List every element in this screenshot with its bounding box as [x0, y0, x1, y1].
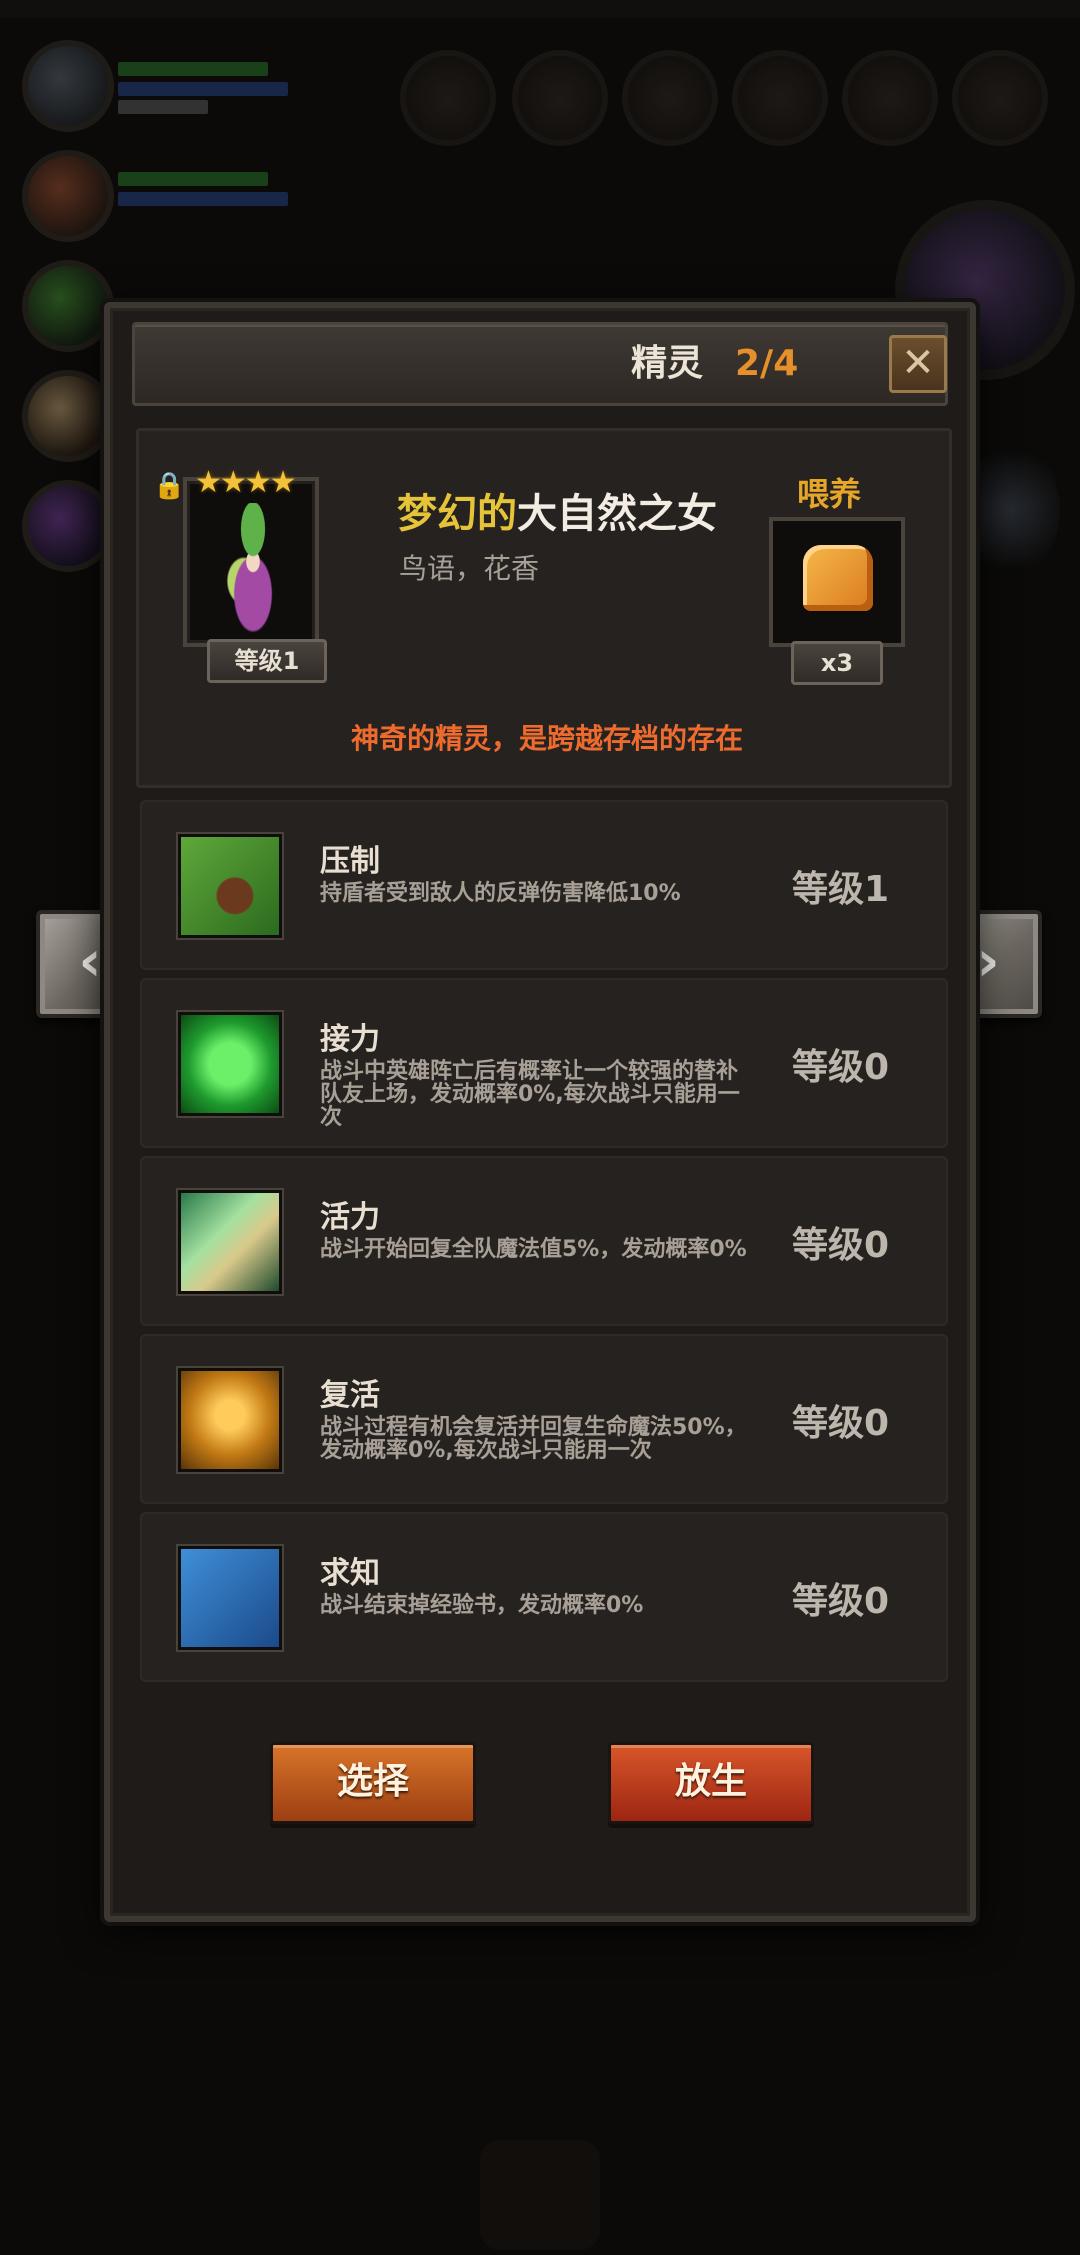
hero-portrait: [22, 260, 114, 352]
spirit-info-card: 🔒 ★★★★ 等级1 梦幻的大自然之女 鸟语，花香 喂养 x3 神奇的精灵，是跨…: [136, 428, 952, 788]
spirit-name-adjective: 梦幻的: [397, 491, 517, 537]
bread-icon: [803, 545, 873, 611]
fairy-girl-image: [207, 503, 299, 633]
feed-item-slot[interactable]: [769, 517, 905, 647]
leaf-icon[interactable]: [842, 50, 938, 146]
chevron-left-icon: ‹: [78, 929, 102, 994]
skill-row[interactable]: 活力 战斗开始回复全队魔法值5%，发动概率0% 等级0: [140, 1156, 948, 1326]
hero-portrait: [22, 150, 114, 242]
skill-name: 压制: [320, 844, 380, 879]
spirit-subtitle: 鸟语，花香: [399, 552, 540, 585]
spirit-name: 梦幻的大自然之女: [397, 481, 717, 539]
skill-row[interactable]: 接力 战斗中英雄阵亡后有概率让一个较强的替补队友上场，发动概率0%,每次战斗只能…: [140, 978, 948, 1148]
revive-skill-icon: [178, 1368, 282, 1472]
bottom-item-ghost: [480, 2140, 600, 2250]
spirit-name-noun: 大自然之女: [517, 491, 717, 537]
skill-name: 接力: [320, 1022, 380, 1057]
page-indicator: 2/4: [735, 343, 799, 384]
star-rating: ★★★★: [195, 465, 297, 500]
hero-portrait: [22, 370, 114, 462]
feed-label: 喂养: [797, 475, 862, 513]
hp-bar: [118, 172, 268, 186]
skill-description: 战斗中英雄阵亡后有概率让一个较强的替补队友上场，发动概率0%,每次战斗只能用一次: [320, 1059, 740, 1130]
skill-description: 战斗开始回复全队魔法值5%，发动概率0%: [320, 1237, 747, 1262]
hero-slot-1[interactable]: [22, 40, 342, 140]
spirit-description: 神奇的精灵，是跨越存档的存在: [350, 722, 743, 755]
skill-description: 战斗过程有机会复活并回复生命魔法50%，发动概率0%,每次战斗只能用一次: [320, 1415, 747, 1463]
hero-portrait: [22, 40, 114, 132]
skill-name: 求知: [320, 1556, 380, 1591]
chevron-right-icon: ›: [976, 929, 1000, 994]
skill-row[interactable]: 复活 战斗过程有机会复活并回复生命魔法50%，发动概率0%,每次战斗只能用一次 …: [140, 1334, 948, 1504]
chest-icon[interactable]: [732, 50, 828, 146]
hands-skill-icon: [178, 1012, 282, 1116]
skill-description: 持盾者受到敌人的反弹伤害降低10%: [320, 881, 681, 906]
feed-item-count: x3: [791, 641, 883, 685]
skill-level: 等级0: [792, 1581, 890, 1622]
praying-skill-icon: [178, 1190, 282, 1294]
skill-level: 等级0: [792, 1225, 890, 1266]
skill-row[interactable]: 求知 战斗结束掉经验书，发动概率0% 等级0: [140, 1512, 948, 1682]
skill-name: 活力: [320, 1200, 380, 1235]
close-button[interactable]: ✕: [889, 335, 947, 393]
skill-level: 等级0: [792, 1403, 890, 1444]
spirit-dialog: 精灵 2/4 ✕ 🔒 ★★★★ 等级1 梦幻的大自然之女 鸟语，花香 喂养 x3…: [104, 302, 976, 1922]
spirit-level-badge: 等级1: [207, 639, 327, 683]
skill-level: 等级0: [792, 1047, 890, 1088]
pumpkin-icon[interactable]: [952, 50, 1048, 146]
status-bar-background: [0, 0, 1080, 18]
mp-bar: [118, 192, 288, 206]
hp-bar: [118, 62, 268, 76]
select-button[interactable]: 选择: [270, 1742, 476, 1824]
exp-bar: [118, 100, 208, 114]
gift-box-icon[interactable]: [512, 50, 608, 146]
close-icon: ✕: [901, 340, 935, 386]
skill-name: 复活: [320, 1378, 380, 1413]
spirit-portrait[interactable]: [183, 477, 319, 647]
eye-icon[interactable]: [622, 50, 718, 146]
skill-row[interactable]: 压制 持盾者受到敌人的反弹伤害降低10% 等级1: [140, 800, 948, 970]
scroll-icon[interactable]: [400, 50, 496, 146]
lock-icon[interactable]: 🔒: [153, 471, 185, 501]
claw-skill-icon: [178, 834, 282, 938]
skill-description: 战斗结束掉经验书，发动概率0%: [320, 1593, 644, 1618]
mp-bar: [118, 82, 288, 96]
dialog-title: 精灵: [630, 343, 703, 384]
hero-portrait: [22, 480, 114, 572]
release-button[interactable]: 放生: [608, 1742, 814, 1824]
book-skill-icon: [178, 1546, 282, 1650]
skill-level: 等级1: [792, 869, 890, 910]
hero-slot-2[interactable]: [22, 150, 342, 250]
dialog-header: 精灵 2/4 ✕: [132, 322, 948, 406]
